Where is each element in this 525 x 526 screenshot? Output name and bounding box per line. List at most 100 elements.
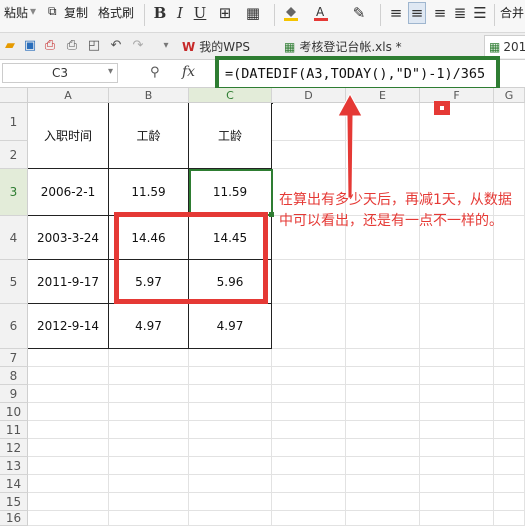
table-cell[interactable]: 2003-3-24 [28, 216, 109, 260]
grid-cell[interactable] [28, 367, 109, 385]
table-cell[interactable]: 4.97 [189, 304, 272, 349]
column-header-g[interactable]: G [494, 88, 525, 103]
tab-my-wps[interactable]: W 我的WPS [182, 35, 250, 58]
select-all-corner[interactable] [0, 88, 28, 103]
table-header-cell[interactable]: 工龄 [189, 103, 272, 169]
grid-cell[interactable] [346, 493, 420, 511]
grid-cell[interactable] [272, 349, 346, 367]
row-header-7[interactable]: 7 [0, 349, 28, 367]
grid-cell[interactable] [346, 349, 420, 367]
grid-cell[interactable] [346, 260, 420, 304]
grid-cell[interactable] [346, 457, 420, 475]
grid-cell[interactable] [494, 141, 525, 169]
grid-cell[interactable] [109, 493, 189, 511]
grid-cell[interactable] [420, 304, 494, 349]
grid-cell[interactable] [109, 511, 189, 526]
grid-cell[interactable] [420, 349, 494, 367]
grid-cell[interactable] [28, 439, 109, 457]
grid-cell[interactable] [189, 385, 272, 403]
paste-dropdown-icon[interactable]: ▾ [30, 4, 36, 18]
grid-cell[interactable] [272, 475, 346, 493]
zoom-icon[interactable]: ⚲ [150, 65, 160, 80]
grid-cell[interactable] [420, 439, 494, 457]
grid-cell[interactable] [494, 260, 525, 304]
grid-cell[interactable] [272, 439, 346, 457]
grid-cell[interactable] [109, 385, 189, 403]
grid-cell[interactable] [109, 367, 189, 385]
table-header-cell[interactable]: 工龄 [109, 103, 189, 169]
grid-cell[interactable] [28, 511, 109, 526]
grid-cell[interactable] [346, 403, 420, 421]
grid-cell[interactable] [420, 493, 494, 511]
row-header-1[interactable]: 1 [0, 103, 28, 141]
grid-cell[interactable] [272, 260, 346, 304]
open-folder-icon[interactable]: ▰ [2, 37, 18, 53]
grid-cell[interactable] [494, 421, 525, 439]
grid-cell[interactable] [346, 439, 420, 457]
underline-button[interactable]: U [192, 2, 208, 24]
fill-pattern-icon[interactable]: ▦ [244, 2, 262, 24]
column-header-b[interactable]: B [109, 88, 189, 103]
align-center-icon[interactable]: ≡ [408, 2, 426, 24]
row-header-15[interactable]: 15 [0, 493, 28, 511]
grid-cell[interactable] [494, 349, 525, 367]
align-right-icon[interactable]: ≡ [432, 2, 448, 24]
grid-cell[interactable] [28, 493, 109, 511]
font-color-icon[interactable]: A [312, 2, 330, 24]
grid-cell[interactable] [272, 493, 346, 511]
copy-button[interactable]: 复制 [64, 4, 88, 21]
table-cell[interactable]: 2006-2-1 [28, 169, 109, 216]
grid-cell[interactable] [494, 475, 525, 493]
paste-button[interactable]: 粘贴 [4, 4, 28, 21]
grid-cell[interactable] [346, 385, 420, 403]
merge-button[interactable]: 合并 [500, 4, 524, 21]
grid-cell[interactable] [109, 421, 189, 439]
table-cell[interactable]: 2011-9-17 [28, 260, 109, 304]
row-header-3[interactable]: 3 [0, 169, 28, 216]
grid-cell[interactable] [28, 385, 109, 403]
fill-handle[interactable] [269, 212, 274, 217]
format-painter-button[interactable]: 格式刷 [98, 4, 134, 21]
grid-cell[interactable] [272, 367, 346, 385]
name-box[interactable]: C3 [2, 63, 118, 83]
table-cell[interactable]: 11.59 [109, 169, 189, 216]
grid-cell[interactable] [272, 421, 346, 439]
grid-cell[interactable] [494, 304, 525, 349]
grid-cell[interactable] [420, 385, 494, 403]
column-header-f[interactable]: F [420, 88, 494, 103]
row-header-11[interactable]: 11 [0, 421, 28, 439]
fill-color-icon[interactable] [282, 2, 300, 24]
grid-cell[interactable] [189, 439, 272, 457]
grid-cell[interactable] [494, 367, 525, 385]
table-header-cell[interactable]: 入职时间 [28, 103, 109, 169]
row-header-6[interactable]: 6 [0, 304, 28, 349]
grid-cell[interactable] [346, 367, 420, 385]
grid-cell[interactable] [189, 493, 272, 511]
grid-cell[interactable] [494, 493, 525, 511]
row-header-10[interactable]: 10 [0, 403, 28, 421]
grid-cell[interactable] [494, 103, 525, 141]
grid-cell[interactable] [272, 511, 346, 526]
grid-cell[interactable] [272, 304, 346, 349]
grid-cell[interactable] [109, 475, 189, 493]
grid-cell[interactable] [346, 421, 420, 439]
grid-cell[interactable] [28, 475, 109, 493]
more-dropdown-icon[interactable]: ▾ [158, 37, 174, 53]
print-icon[interactable]: ⎙ [64, 37, 80, 53]
grid-cell[interactable] [28, 349, 109, 367]
grid-cell[interactable] [189, 457, 272, 475]
grid-cell[interactable] [28, 403, 109, 421]
grid-cell[interactable] [109, 403, 189, 421]
selected-cell-c3[interactable] [189, 169, 273, 216]
tab-workbook-1[interactable]: ▦ 考核登记台帐.xls * [284, 35, 402, 58]
column-header-a[interactable]: A [28, 88, 109, 103]
grid-cell[interactable] [28, 421, 109, 439]
border-icon[interactable]: ⊞ [216, 2, 234, 24]
grid-cell[interactable] [28, 457, 109, 475]
grid-cell[interactable] [189, 475, 272, 493]
grid-cell[interactable] [189, 403, 272, 421]
row-header-4[interactable]: 4 [0, 216, 28, 260]
table-cell[interactable]: 4.97 [109, 304, 189, 349]
grid-cell[interactable] [109, 439, 189, 457]
grid-cell[interactable] [420, 457, 494, 475]
